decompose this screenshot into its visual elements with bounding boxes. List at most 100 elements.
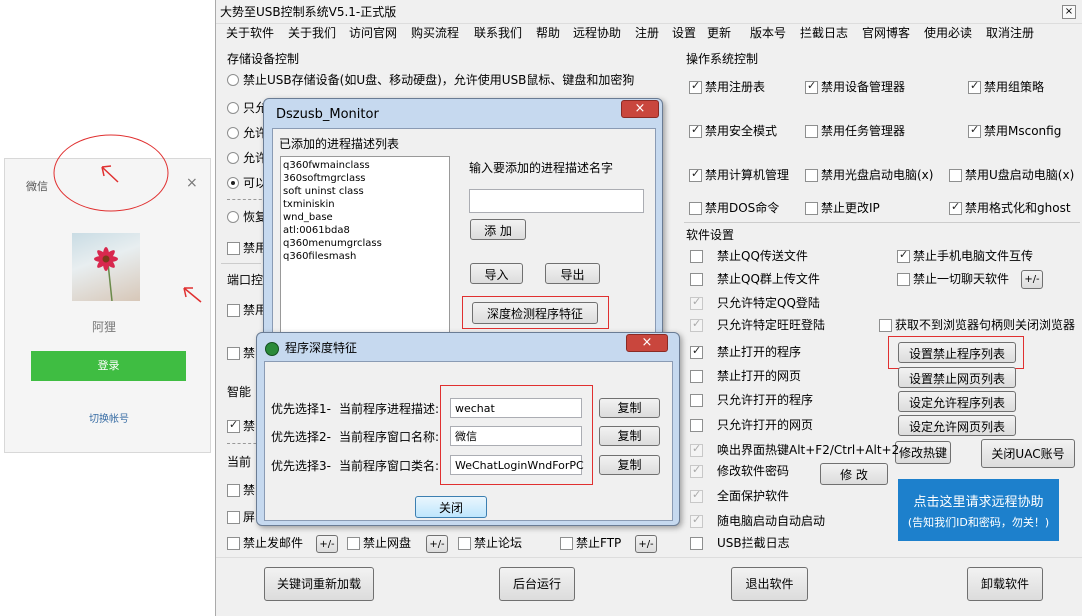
mail-checkbox[interactable] [227,537,240,550]
soft-checkbox-10[interactable] [690,488,703,503]
soft-checkbox-7[interactable] [690,419,703,432]
feature-value-1[interactable]: 微信 [450,426,582,446]
process-name-input[interactable] [469,189,644,213]
process-list-item[interactable]: wnd_base [283,211,333,224]
import-button[interactable]: 导入 [470,263,523,284]
copy-button-2[interactable]: 复制 [599,455,660,475]
process-list[interactable]: q360fwmainclass 360softmgrclass soft unins… [280,156,450,341]
modify-password-button[interactable]: 修 改 [820,463,888,485]
left-checkbox-c[interactable] [227,484,240,497]
storage-radio-5[interactable] [227,177,239,189]
smart-checkbox[interactable] [227,418,240,433]
copy-button-1[interactable]: 复制 [599,426,660,446]
current-group-title: 当前 [227,455,252,469]
menu-item-1[interactable]: 关于我们 [288,25,336,41]
storage-radio-3[interactable] [227,127,239,139]
soft-checkbox-2[interactable] [690,295,703,310]
os-checkbox-6[interactable] [689,167,702,182]
menu-item-14[interactable]: 取消注册 [986,25,1034,41]
mail-plusminus-button[interactable]: +/- [316,535,338,553]
modify-hotkey-button[interactable]: 修改热键 [895,441,951,464]
left-checkbox-a[interactable] [227,242,240,255]
run-background-button[interactable]: 后台运行 [499,567,575,601]
menu-item-6[interactable]: 远程协助 [573,25,621,41]
feature-value-0[interactable]: wechat [450,398,582,418]
menu-item-8[interactable]: 设置 [672,25,696,41]
os-checkbox-8[interactable] [949,169,962,182]
menu-item-12[interactable]: 官网博客 [862,25,910,41]
soft-checkbox-0[interactable] [690,250,703,263]
menu-item-11[interactable]: 拦截日志 [800,25,848,41]
menu-item-13[interactable]: 使用必读 [924,25,972,41]
soft-checkbox-11[interactable] [690,513,703,528]
netdisk-plusminus-button[interactable]: +/- [426,535,448,553]
uninstall-software-button[interactable]: 卸载软件 [967,567,1043,601]
port-checkbox-1[interactable] [227,304,240,317]
chat-software-checkbox[interactable] [897,273,910,286]
soft-checkbox-4[interactable] [690,344,703,359]
port-checkbox-2[interactable] [227,347,240,360]
process-list-item[interactable]: txminiskin [283,198,335,211]
export-button[interactable]: 导出 [545,263,600,284]
soft-checkbox-1[interactable] [690,273,703,286]
process-list-item[interactable]: atl:0061bda8 [283,224,350,237]
storage-radio-2[interactable] [227,102,239,114]
os-checkbox-4[interactable] [805,125,818,138]
os-checkbox-1[interactable] [805,79,818,94]
add-process-button[interactable]: 添 加 [470,219,526,240]
os-checkbox-9[interactable] [689,202,702,215]
phone-transfer-checkbox[interactable] [897,248,910,263]
storage-radio-1[interactable] [227,74,239,86]
menu-item-0[interactable]: 关于软件 [226,25,274,41]
os-checkbox-10[interactable] [805,202,818,215]
process-list-item[interactable]: q360fwmainclass [283,159,370,172]
storage-radio-4[interactable] [227,152,239,164]
soft-checkbox-8[interactable] [690,442,703,457]
browser-handle-checkbox[interactable] [879,319,892,332]
copy-button-0[interactable]: 复制 [599,398,660,418]
ftp-plusminus-button[interactable]: +/- [635,535,657,553]
feature-value-2[interactable]: WeChatLoginWndForPC [450,455,584,475]
menu-item-3[interactable]: 购买流程 [411,25,459,41]
netdisk-checkbox[interactable] [347,537,360,550]
feature-close-dialog-button[interactable]: 关闭 [415,496,487,518]
soft-checkbox-6[interactable] [690,394,703,407]
monitor-close-button[interactable]: × [621,100,659,118]
chat-plusminus-button[interactable]: +/- [1021,270,1043,289]
menu-item-9[interactable]: 更新 [707,25,731,41]
soft-checkbox-5[interactable] [690,370,703,383]
menu-item-7[interactable]: 注册 [635,25,659,41]
process-list-item[interactable]: q360filesmash [283,250,356,263]
os-checkbox-5[interactable] [968,123,981,138]
forum-checkbox[interactable] [458,537,471,550]
os-checkbox-2[interactable] [968,79,981,94]
process-list-item[interactable]: soft uninst class [283,185,364,198]
soft-checkbox-9[interactable] [690,463,703,478]
feature-close-button[interactable]: × [626,334,668,352]
reload-keywords-button[interactable]: 关键词重新加载 [264,567,374,601]
login-button[interactable]: 登录 [31,351,186,381]
switch-account-link[interactable]: 切换帐号 [89,412,129,428]
soft-checkbox-3[interactable] [690,317,703,332]
storage-radio-6[interactable] [227,211,239,223]
os-checkbox-0[interactable] [689,79,702,94]
os-checkbox-3[interactable] [689,123,702,138]
remote-assist-banner[interactable]: 点击这里请求远程协助 (告知我们ID和密码，勿关！) [898,479,1059,541]
process-list-item[interactable]: 360softmgrclass [283,172,366,185]
menu-item-5[interactable]: 帮助 [536,25,560,41]
soft-checkbox-12[interactable] [690,537,703,550]
set-allow-web-list-button[interactable]: 设定允许网页列表 [898,415,1016,436]
os-checkbox-11[interactable] [949,200,962,215]
process-list-item[interactable]: q360menumgrclass [283,237,382,250]
menu-item-10[interactable]: 版本号 [750,25,786,41]
set-allow-program-list-button[interactable]: 设定允许程序列表 [898,391,1016,412]
menu-item-2[interactable]: 访问官网 [349,25,397,41]
set-forbid-web-list-button[interactable]: 设置禁止网页列表 [898,367,1016,388]
close-uac-button[interactable]: 关闭UAC账号 [981,439,1075,468]
exit-software-button[interactable]: 退出软件 [731,567,808,601]
menu-item-4[interactable]: 联系我们 [474,25,522,41]
close-window-button[interactable]: × [1062,5,1076,19]
ftp-checkbox[interactable] [560,537,573,550]
left-checkbox-d[interactable] [227,511,240,524]
os-checkbox-7[interactable] [805,169,818,182]
